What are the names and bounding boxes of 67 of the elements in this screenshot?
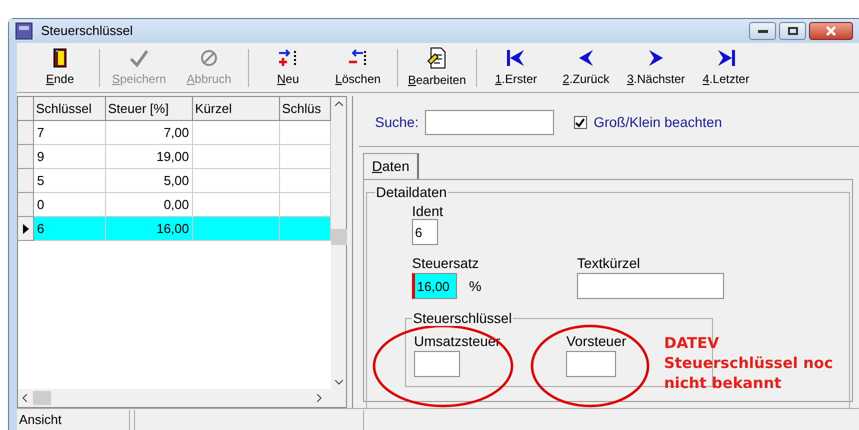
table-row[interactable]: 0 0,00 — [18, 193, 331, 217]
search-label: Suche: — [375, 113, 419, 132]
last-button[interactable]: 4.Letzter — [691, 46, 761, 88]
delete-button[interactable]: Löschen — [323, 46, 393, 88]
group-title: Detaildaten — [375, 184, 448, 200]
table-cell-text: 6 — [37, 220, 44, 238]
short-text-field[interactable] — [577, 273, 724, 299]
exit-button[interactable]: Ende — [25, 46, 95, 88]
cancel-icon — [199, 48, 219, 68]
table-cell-text: 16,00 — [156, 220, 189, 238]
scroll-thumb[interactable] — [331, 229, 347, 245]
close-icon — [825, 26, 837, 36]
close-button[interactable] — [809, 22, 853, 40]
previous-button[interactable]: 2.Zurück — [551, 46, 621, 88]
search-field[interactable] — [424, 110, 554, 135]
minimize-button[interactable] — [749, 22, 776, 40]
checkbox-label: Groß/Klein beachten — [594, 113, 722, 132]
input-tax-label: Vorsteuer — [566, 333, 626, 349]
first-button[interactable]: 1.Erster — [481, 46, 551, 88]
table-cell-text: 7 — [37, 124, 44, 142]
scroll-thumb[interactable] — [33, 391, 51, 405]
next-button[interactable]: 3.Nächster — [621, 46, 691, 88]
last-arrow-icon — [716, 48, 736, 68]
new-button[interactable]: Neu — [253, 46, 323, 88]
ident-label: Ident — [412, 203, 444, 219]
checkbox[interactable] — [574, 116, 587, 129]
table-cell-text: 0,00 — [164, 196, 189, 214]
scroll-left-icon[interactable] — [22, 394, 27, 402]
table-cell-text: 19,00 — [156, 148, 189, 166]
annotation-text: nicht bekannt — [664, 373, 782, 393]
percent-unit: % — [469, 276, 482, 296]
scroll-down-icon[interactable] — [334, 380, 342, 385]
scroll-right-icon[interactable] — [317, 394, 322, 402]
input-tax-field[interactable] — [566, 351, 616, 377]
table-cell-text: 5 — [37, 172, 44, 190]
document-edit-icon — [427, 46, 447, 68]
table-row[interactable]: 7 7,00 — [18, 121, 331, 145]
table-cell-text: 5,00 — [164, 172, 189, 190]
edit-button[interactable]: Bearbeiten — [402, 46, 472, 88]
table-row[interactable]: 6 16,00 — [18, 217, 331, 241]
add-record-icon — [277, 48, 299, 68]
annotation-text: DATEV — [664, 333, 720, 353]
rate-field[interactable]: 16,00 — [412, 273, 457, 299]
annotation-text: Steuerschlüssel noc — [664, 353, 833, 373]
row-pointer-icon — [22, 224, 28, 234]
delete-record-icon — [347, 48, 369, 68]
group-title: Steuerschlüssel — [412, 310, 513, 326]
table-cell-text: 0 — [37, 196, 44, 214]
short-text-label: Textkürzel — [577, 255, 642, 271]
table-row[interactable]: 5 5,00 — [18, 169, 331, 193]
tab[interactable]: Daten — [363, 153, 420, 179]
table-cell-text: 9 — [37, 148, 44, 166]
door-icon — [53, 48, 67, 68]
checkmark-icon — [129, 48, 149, 68]
maximize-button[interactable] — [779, 22, 806, 40]
table-cell-text: 7,00 — [164, 124, 189, 142]
scroll-up-icon[interactable] — [334, 101, 342, 106]
ident-field[interactable]: 6 — [412, 219, 438, 245]
vertical-scrollbar[interactable] — [331, 97, 346, 389]
first-arrow-icon — [506, 48, 526, 68]
horizontal-scrollbar[interactable] — [18, 389, 346, 407]
sales-tax-field[interactable] — [414, 351, 460, 377]
status-text: Ansicht — [17, 410, 130, 430]
table-row[interactable]: 9 19,00 — [18, 145, 331, 169]
window-title: Steuerschlüssel — [41, 22, 133, 40]
rate-label: Steuersatz — [412, 255, 480, 271]
app-icon — [15, 22, 33, 40]
